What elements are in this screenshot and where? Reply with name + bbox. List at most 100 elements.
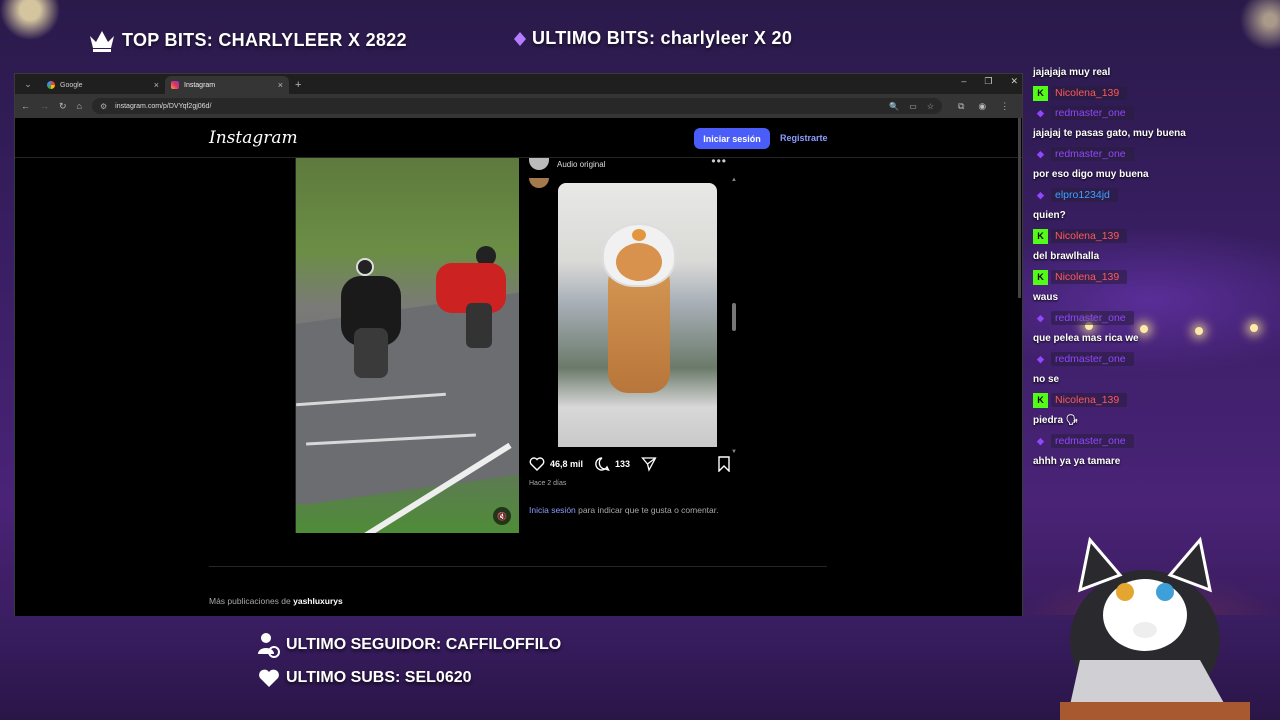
login-prompt-text: para indicar que te gusta o comentar. [575,505,719,515]
chat-message: jajajaj te pasas gato, muy buena [1033,127,1186,139]
ultimo-subs-text: ULTIMO SUBS: SEL0620 [286,669,472,686]
chat-username-row: ◆ redmaster_one [1033,431,1134,451]
motorbike [354,328,388,378]
login-prompt: Inicia sesión para indicar que te gusta … [529,504,719,516]
minimize-icon[interactable]: – [961,76,966,87]
instagram-header: Instagram Iniciar sesión Registrarte [15,118,1022,158]
avatar[interactable] [529,158,549,170]
chat-username[interactable]: redmaster_one [1051,434,1134,448]
comments-scrollbar[interactable]: ▲ ▼ [731,177,737,455]
chat-message: quien? [1033,209,1066,221]
close-icon[interactable]: × [278,80,283,90]
chat-message: piedra 🗣 [1033,414,1079,426]
chat-username-row: K Nicolena_139 [1033,267,1128,287]
ultimo-subs-overlay: ULTIMO SUBS: SEL0620 [258,668,472,688]
instagram-logo[interactable]: Instagram [209,128,298,148]
scroll-thumb[interactable] [732,303,736,331]
top-bits-overlay: TOP BITS: CHARLYLEER X 2822 [88,28,407,52]
reload-icon[interactable]: ↻ [59,101,67,112]
divider [209,566,827,567]
site-settings-icon[interactable]: ⚙ [100,102,107,111]
kick-badge-icon: K [1033,392,1048,408]
browser-toolbar: ← → ↻ ⌂ ⚙ instagram.com/p/DVYqf2gj06d/ 🔍… [15,94,1022,118]
bits-gem-icon [514,31,526,46]
more-posts-user[interactable]: yashluxurys [293,596,343,606]
heart-icon [259,669,279,687]
post-author: Audio original [529,158,605,170]
chat-username-row: K Nicolena_139 [1033,226,1128,246]
bookmark-icon[interactable] [717,456,731,472]
star-icon[interactable]: ☆ [927,102,934,111]
tab-instagram[interactable]: Instagram × [165,76,289,94]
chat-username[interactable]: redmaster_one [1051,352,1134,366]
extensions-icon[interactable]: ⧉ [958,101,964,112]
chat-message: no se [1033,373,1060,385]
cast-icon[interactable]: ▭ [909,102,917,111]
motorbike [466,303,492,348]
share-icon[interactable] [641,456,657,472]
chat-message: waus [1033,291,1059,303]
instagram-favicon-icon [171,81,179,89]
post-sidebar: Audio original ••• ▲ ▼ 46,8 mil 133 Hace… [519,154,741,533]
crown-icon [90,31,114,52]
register-link[interactable]: Registrarte [780,133,828,143]
comment-icon[interactable] [594,456,610,472]
embedded-video-preview[interactable] [558,183,717,447]
new-tab-icon[interactable]: + [295,76,301,94]
login-link[interactable]: Inicia sesión [529,505,576,515]
forward-icon[interactable]: → [40,101,49,111]
ultimo-bits-overlay: ULTIMO BITS: charlyleer X 20 [514,28,792,49]
chat-username-row: ◆ redmaster_one [1033,349,1134,369]
chat-username[interactable]: redmaster_one [1051,106,1134,120]
more-posts-heading: Más publicaciones de yashluxurys [209,596,343,606]
browser-window: ⌄ Google × Instagram × + – ❐ ✕ ← → ↻ ⌂ ⚙… [14,73,1023,616]
restore-icon[interactable]: ❐ [984,76,992,87]
google-favicon-icon [47,81,55,89]
address-bar[interactable]: ⚙ instagram.com/p/DVYqf2gj06d/ 🔍 ▭ ☆ [91,98,942,114]
more-posts-prefix: Más publicaciones de [209,596,294,606]
comments-count: 133 [615,459,631,469]
chat-username[interactable]: Nicolena_139 [1051,86,1128,100]
bits-badge-icon: ◆ [1037,148,1044,159]
chat-username[interactable]: redmaster_one [1051,311,1134,325]
chat-username[interactable]: redmaster_one [1051,147,1134,161]
ultimo-bits-text: ULTIMO BITS: charlyleer X 20 [532,28,793,48]
tab-search-chevron-icon[interactable]: ⌄ [19,75,37,93]
zoom-icon[interactable]: 🔍 [889,102,899,111]
bits-badge-icon: ◆ [1037,353,1044,364]
back-icon[interactable]: ← [21,101,30,111]
cat-face [616,243,662,281]
scroll-up-icon[interactable]: ▲ [731,177,737,183]
audio-label[interactable]: Audio original [557,160,605,169]
post-time: Hace 2 días [529,480,567,487]
bits-badge-icon: ◆ [1037,107,1044,118]
close-window-icon[interactable]: ✕ [1010,76,1018,87]
login-button[interactable]: Iniciar sesión [694,128,770,149]
kick-badge-icon: K [1033,269,1048,285]
chat-message: del brawlhalla [1033,250,1100,262]
chat-username[interactable]: elpro1234jd [1051,188,1118,202]
rider-helmet [356,258,374,276]
post-video[interactable]: 🔇 [296,158,519,533]
tab-google[interactable]: Google × [41,76,165,94]
chat-username-row: K Nicolena_139 [1033,390,1128,410]
chat-message: jajajaja muy real [1033,66,1111,78]
chat-username[interactable]: Nicolena_139 [1051,393,1128,407]
more-options-icon[interactable]: ••• [711,154,727,168]
page-scrollbar[interactable] [1018,118,1021,298]
scroll-down-icon[interactable]: ▼ [731,449,737,455]
chat-username[interactable]: Nicolena_139 [1051,270,1128,284]
menu-icon[interactable]: ⋮ [1000,101,1009,112]
post-actions: 46,8 mil 133 [529,456,657,472]
ultimo-seguidor-overlay: ULTIMO SEGUIDOR: CAFFILOFFILO [258,632,561,658]
close-icon[interactable]: × [154,80,159,90]
string-light [1140,325,1148,333]
mute-icon[interactable]: 🔇 [493,507,511,525]
top-bits-text: TOP BITS: CHARLYLEER X 2822 [122,29,407,50]
chat-username-row: K Nicolena_139 [1033,83,1128,103]
profile-icon[interactable]: ◉ [978,101,986,112]
avatar[interactable] [529,178,549,188]
chat-username[interactable]: Nicolena_139 [1051,229,1128,243]
heart-icon[interactable] [529,456,545,472]
home-icon[interactable]: ⌂ [77,101,82,111]
